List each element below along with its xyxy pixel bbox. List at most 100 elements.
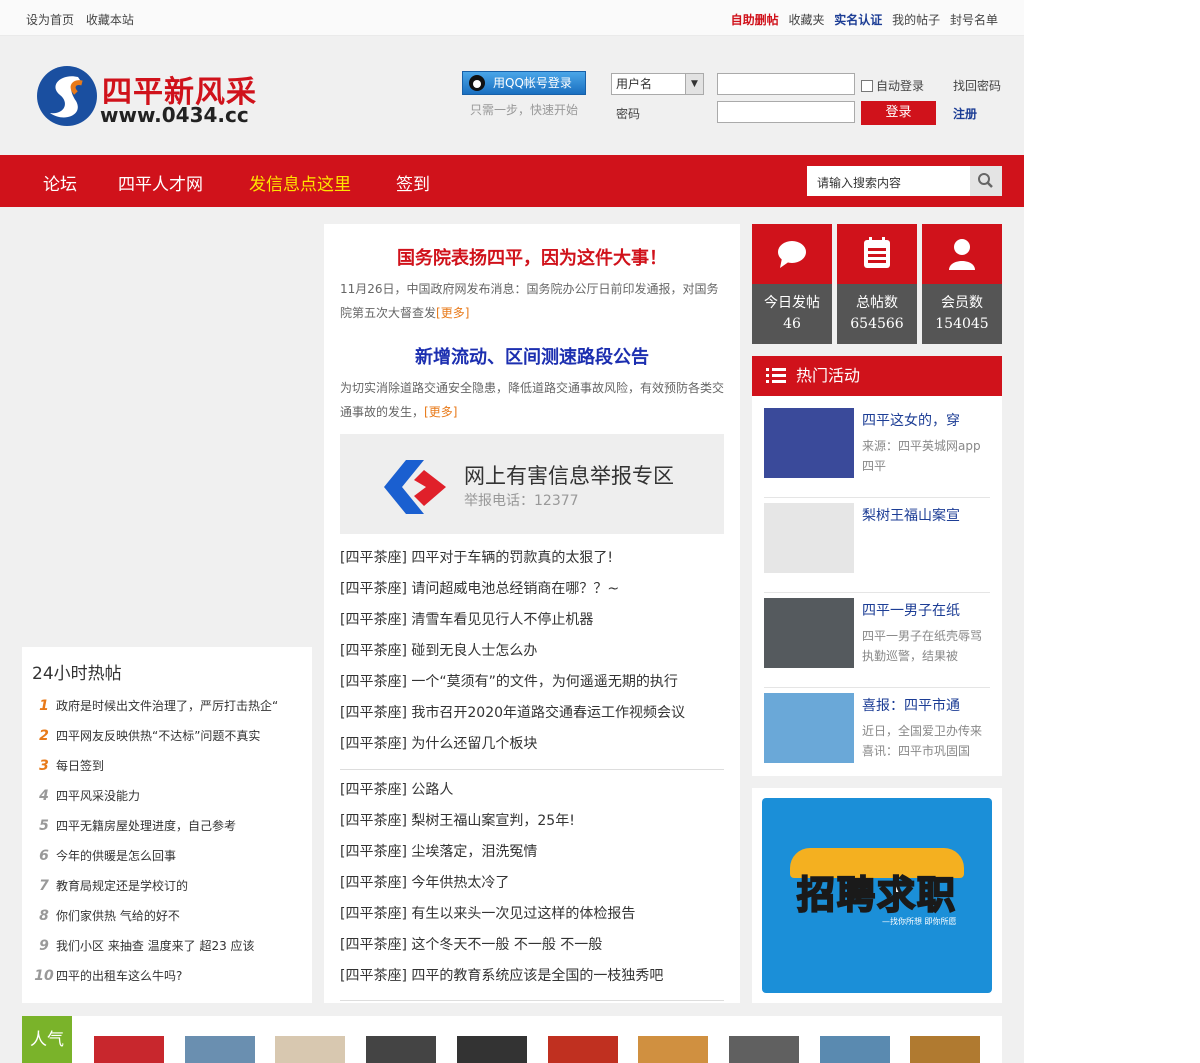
hot-posts-list: 1 政府是时候出文件治理了，严厉打击热企“ 2 四平网友反映供热“不达标”问题不真实… xyxy=(32,697,307,997)
summary-1: 11月26日，中国政府网发布消息：国务院办公厅日前印发通报，对国务院第五次大督查… xyxy=(340,277,726,325)
list-item[interactable]: 6 今年的供暖是怎么回事 xyxy=(32,847,307,877)
more-link-1[interactable]: [更多] xyxy=(436,306,469,320)
rank-number: 9 xyxy=(39,938,49,954)
recruitment-ad-text: 招聘求职 xyxy=(796,872,957,918)
rank-number: 8 xyxy=(39,908,49,924)
list-item[interactable]: 5 四平无籍房屋处理进度，自己参考 xyxy=(32,817,307,847)
headline-2[interactable]: 新增流动、区间测速路段公告 xyxy=(324,343,740,369)
list-item[interactable]: [四平茶座] 梨树王福山案宣判，25年! xyxy=(340,810,724,841)
list-item[interactable]: 4 四平风采没能力 xyxy=(32,787,307,817)
qq-icon xyxy=(469,75,485,91)
popular-thumbnail[interactable] xyxy=(728,1036,799,1063)
stat-members[interactable]: 会员数 154045 xyxy=(922,224,1002,344)
popular-thumbnail[interactable] xyxy=(366,1036,437,1063)
summary-1-text: 11月26日，中国政府网发布消息：国务院办公厅日前印发通报，对国务院第五次大督查… xyxy=(340,282,719,320)
activity-item[interactable]: 四平这女的，穿 来源：四平英城网app 四平 xyxy=(764,408,990,498)
banned-list-link[interactable]: 封号名单 xyxy=(950,13,998,27)
hot-post-title: 你们家供热 气给的好不 xyxy=(56,909,180,923)
top-bar: 设为首页 收藏本站 自助删帖 收藏夹 实名认证 我的帖子 封号名单 xyxy=(0,0,1024,36)
favorites-link[interactable]: 收藏夹 xyxy=(788,13,824,27)
auto-login-checkbox[interactable]: 自动登录 xyxy=(861,77,924,94)
list-item[interactable]: [四平茶座] 四平对于车辆的罚款真的太狠了! xyxy=(340,547,724,578)
popular-thumbnail[interactable] xyxy=(275,1036,346,1063)
rank-number: 1 xyxy=(39,698,49,714)
popular-thumbnail[interactable] xyxy=(456,1036,527,1063)
list-item[interactable]: [四平茶座] 请问超威电池总经销商在哪？？~ xyxy=(340,578,724,609)
divider xyxy=(340,769,724,770)
hot-activities-title: 热门活动 xyxy=(796,366,861,385)
list-item[interactable]: [四平茶座] 四平的教育系统应该是全国的一枝独秀吧 xyxy=(340,965,724,996)
nav-item-talent[interactable]: 四平人才网 xyxy=(118,170,203,195)
checkbox-icon xyxy=(861,80,873,92)
find-password-link[interactable]: 找回密码 xyxy=(953,77,1001,94)
list-item[interactable]: 2 四平网友反映供热“不达标”问题不真实 xyxy=(32,727,307,757)
list-item[interactable]: [四平茶座] 为什么还留几个板块 xyxy=(340,733,724,764)
rank-number: 4 xyxy=(39,788,49,804)
list-item[interactable]: [四平茶座] 有生以来头一次见过这样的体检报告 xyxy=(340,903,724,934)
list-item[interactable]: [四平茶座] 一个“莫须有”的文件，为何遥遥无期的执行 xyxy=(340,671,724,702)
summary-2: 为切实消除道路交通安全隐患，降低道路交通事故风险，有效预防各类交通事故的发生，[… xyxy=(340,376,726,424)
rank-number: 5 xyxy=(39,818,49,834)
popular-thumbnail[interactable] xyxy=(184,1036,255,1063)
report-banner-title: 网上有害信息举报专区 xyxy=(464,464,674,488)
headline-1[interactable]: 国务院表扬四平，因为这件大事！ xyxy=(324,244,740,270)
list-item[interactable]: [四平茶座] 这个冬天不一般 不一般 不一般 xyxy=(340,934,724,965)
activity-title: 四平一男子在纸 xyxy=(862,603,960,619)
hot-post-title: 四平风采没能力 xyxy=(56,789,141,803)
list-item[interactable]: 10 四平的出租车这么牛吗? xyxy=(32,967,307,997)
stat-value: 654566 xyxy=(850,316,904,332)
report-banner[interactable]: 网上有害信息举报专区 举报电话：12377 xyxy=(340,434,724,534)
list-item[interactable]: [四平茶座] 我市召开2020年道路交通春运工作视频会议 xyxy=(340,702,724,733)
stat-label: 总帖数 xyxy=(856,295,898,311)
username-type-select[interactable]: 用户名 ▼ xyxy=(611,73,704,95)
nav-item-forum[interactable]: 论坛 xyxy=(43,170,77,195)
hot-post-title: 政府是时候出文件治理了，严厉打击热企“ xyxy=(56,699,279,713)
list-item[interactable]: [四平茶座] 清雪车看见见行人不停止机器 xyxy=(340,609,724,640)
qq-login-button[interactable]: 用QQ帐号登录 xyxy=(462,71,586,95)
popular-thumbnail[interactable] xyxy=(94,1036,164,1063)
popular-thumbnail[interactable] xyxy=(638,1036,709,1063)
popular-thumbnail[interactable] xyxy=(910,1036,981,1063)
recruitment-ad[interactable]: 招聘求职 —找你所想 即你所愿 xyxy=(752,788,1002,1003)
stat-total-posts[interactable]: 总帖数 654566 xyxy=(837,224,917,344)
site-logo[interactable]: 四平新风采 www.0434.cc xyxy=(34,63,284,129)
list-item[interactable]: 9 我们小区 来抽查 温度来了 超23 应该 xyxy=(32,937,307,967)
stat-icon-bg xyxy=(837,224,917,284)
stat-label: 会员数 xyxy=(941,295,983,311)
popular-thumbnail[interactable] xyxy=(819,1036,890,1063)
list-icon xyxy=(766,368,786,383)
hot-activities-panel: 热门活动 四平这女的，穿 来源：四平英城网app 四平 梨树王福山案宣 四平一男… xyxy=(752,356,1002,776)
activity-item[interactable]: 梨树王福山案宣 xyxy=(764,503,990,593)
nav-item-checkin[interactable]: 签到 xyxy=(396,170,430,195)
activity-title: 梨树王福山案宣 xyxy=(862,508,960,524)
activity-item[interactable]: 四平一男子在纸 四平一男子在纸壳辱骂执勤巡警，结果被 xyxy=(764,598,990,688)
my-posts-link[interactable]: 我的帖子 xyxy=(892,13,940,27)
login-button[interactable]: 登录 xyxy=(861,101,936,125)
more-link-2[interactable]: [更多] xyxy=(424,405,457,419)
real-name-auth-link[interactable]: 实名认证 xyxy=(834,13,882,27)
activity-item[interactable]: 喜报：四平市通 近日，全国爱卫办传来喜讯：四平市巩固国 xyxy=(764,693,990,783)
stat-today-posts[interactable]: 今日发帖 46 xyxy=(752,224,832,344)
hot-post-title: 每日签到 xyxy=(56,759,105,773)
hot-post-title: 四平网友反映供热“不达标”问题不真实 xyxy=(56,729,261,743)
self-delete-link[interactable]: 自助删帖 xyxy=(731,13,779,27)
popular-thumbnail[interactable] xyxy=(547,1036,618,1063)
search-button[interactable] xyxy=(970,166,1002,196)
activity-thumbnail xyxy=(764,408,854,478)
nav-item-post-info[interactable]: 发信息点这里 xyxy=(249,170,351,195)
list-item[interactable]: 8 你们家供热 气给的好不 xyxy=(32,907,307,937)
list-item[interactable]: 3 每日签到 xyxy=(32,757,307,787)
list-item[interactable]: [四平茶座] 尘埃落定，泪洗冤情 xyxy=(340,841,724,872)
list-item[interactable]: [四平茶座] 碰到无良人士怎么办 xyxy=(340,640,724,671)
list-item[interactable]: 7 教育局规定还是学校订的 xyxy=(32,877,307,907)
set-homepage-link[interactable]: 设为首页 xyxy=(26,13,74,27)
search-input[interactable]: 请输入搜索内容 xyxy=(817,174,901,191)
list-item[interactable]: [四平茶座] 今年供热太冷了 xyxy=(340,872,724,903)
list-item[interactable]: [四平茶座] 公路人 xyxy=(340,779,724,810)
password-input[interactable] xyxy=(717,101,855,123)
bookmark-site-link[interactable]: 收藏本站 xyxy=(86,13,134,27)
username-input[interactable] xyxy=(717,73,855,95)
list-item[interactable]: 1 政府是时候出文件治理了，严厉打击热企“ xyxy=(32,697,307,727)
register-link[interactable]: 注册 xyxy=(953,105,977,122)
stat-icon-bg xyxy=(752,224,832,284)
